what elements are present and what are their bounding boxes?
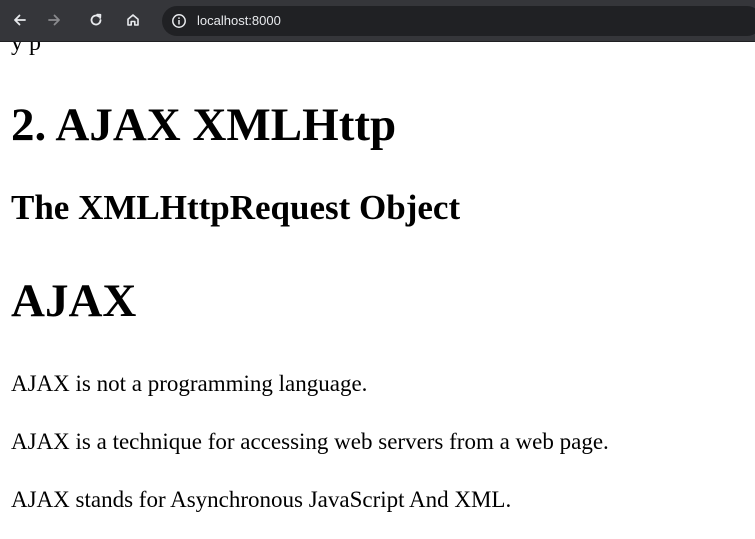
paragraph-2: AJAX is a technique for accessing web se…	[11, 429, 609, 454]
back-button[interactable]	[8, 8, 32, 32]
info-icon[interactable]	[171, 13, 187, 29]
url-text: localhost:8000	[197, 13, 281, 28]
page-heading: 2. AJAX XMLHttp	[11, 99, 397, 151]
home-icon	[127, 14, 139, 26]
reload-button[interactable]	[84, 8, 108, 32]
browser-toolbar: localhost:8000	[0, 0, 755, 42]
clipped-text-line: y p	[11, 42, 41, 56]
home-button[interactable]	[121, 8, 145, 32]
arrow-left-icon	[14, 14, 26, 26]
paragraph-1: AJAX is not a programming language.	[11, 371, 368, 396]
reload-icon	[90, 13, 102, 26]
paragraph-3: AJAX stands for Asynchronous JavaScript …	[11, 487, 512, 512]
page-content: y p 2. AJAX XMLHttp The XMLHttpRequest O…	[0, 42, 755, 539]
forward-button[interactable]	[42, 8, 66, 32]
section-heading: The XMLHttpRequest Object	[11, 188, 461, 227]
arrow-right-icon	[48, 14, 60, 26]
ajax-heading: AJAX	[11, 275, 137, 327]
address-bar[interactable]: localhost:8000	[162, 6, 755, 36]
